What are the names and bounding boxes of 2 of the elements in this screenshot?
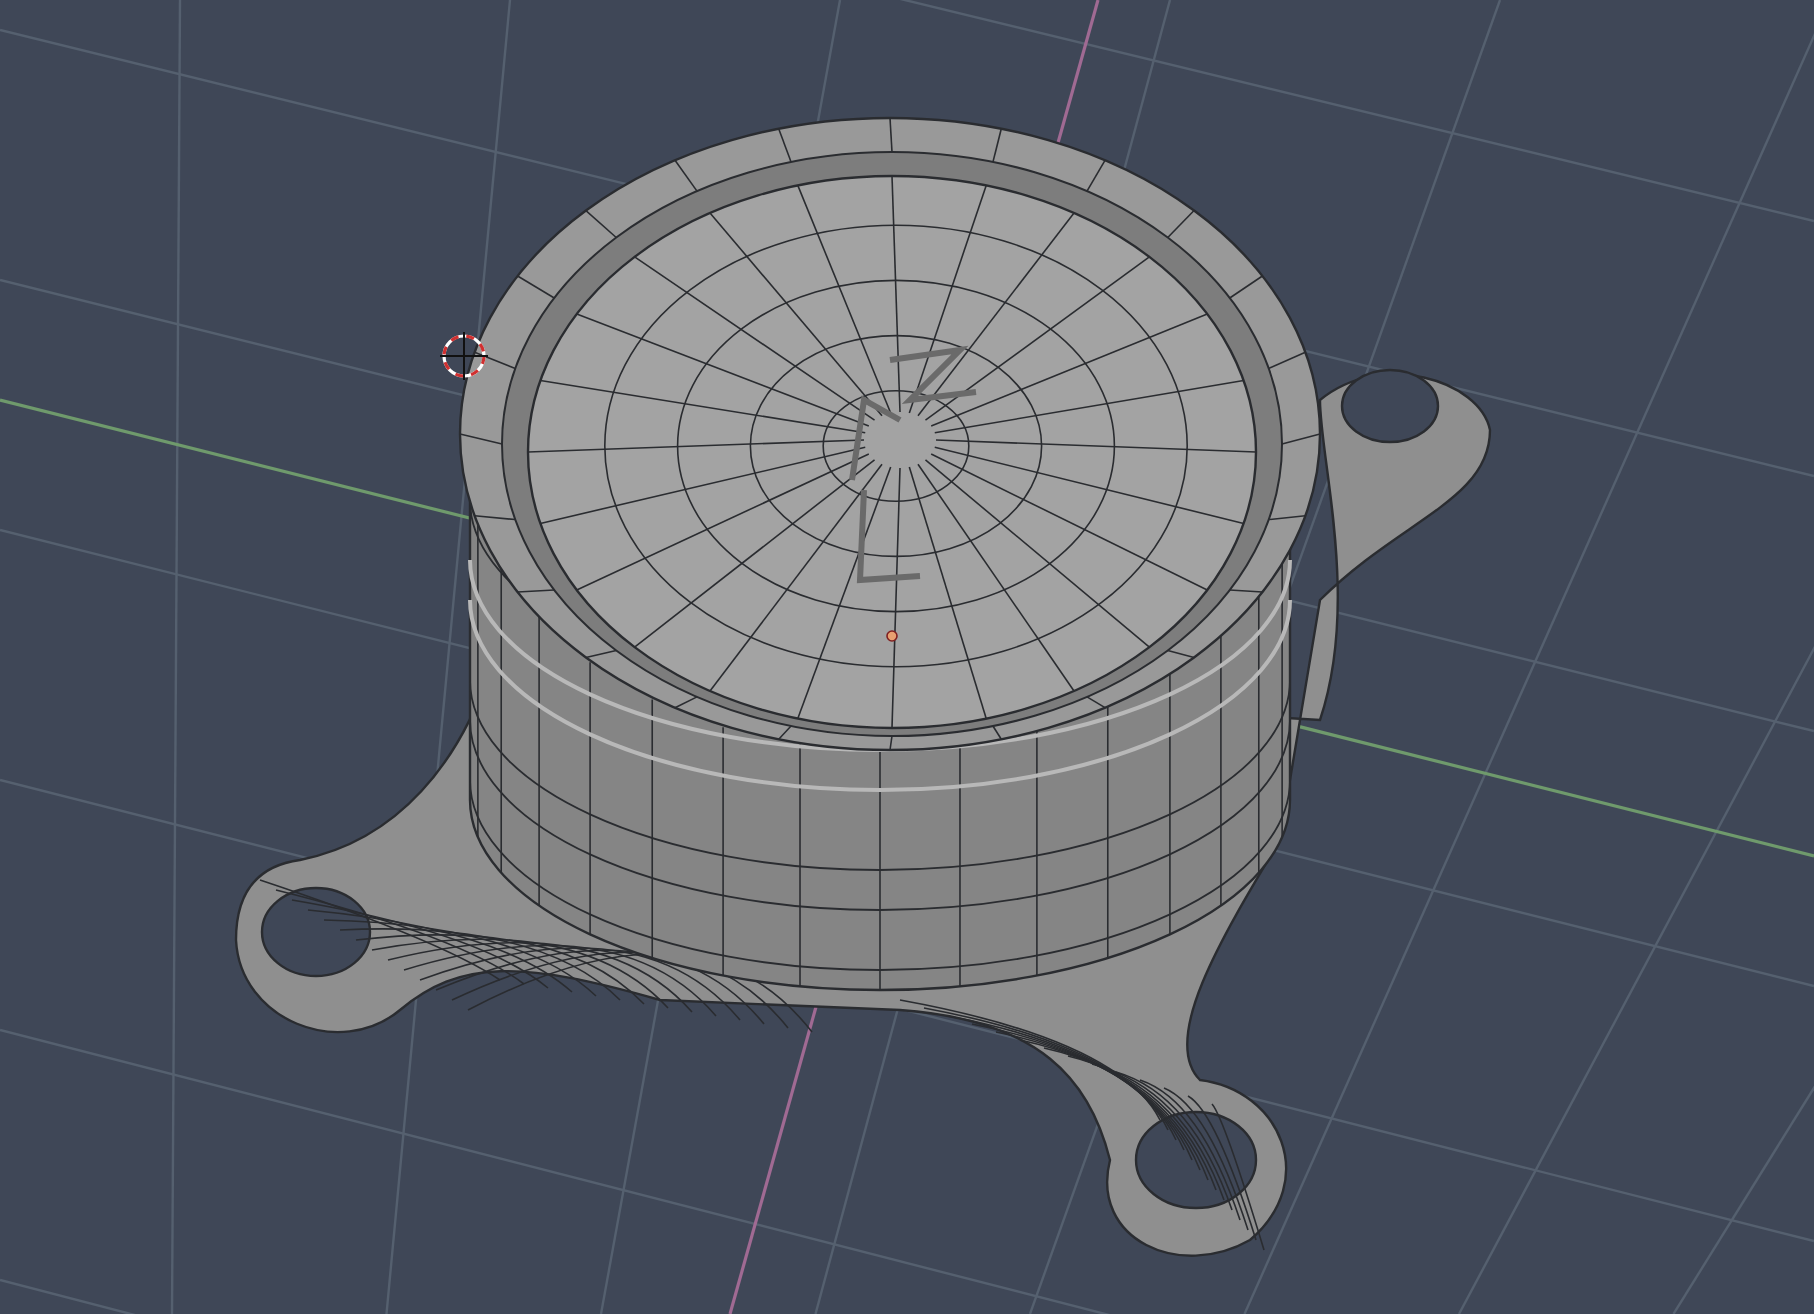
origin-dot <box>886 630 898 642</box>
3d-cursor-icon <box>439 331 489 381</box>
